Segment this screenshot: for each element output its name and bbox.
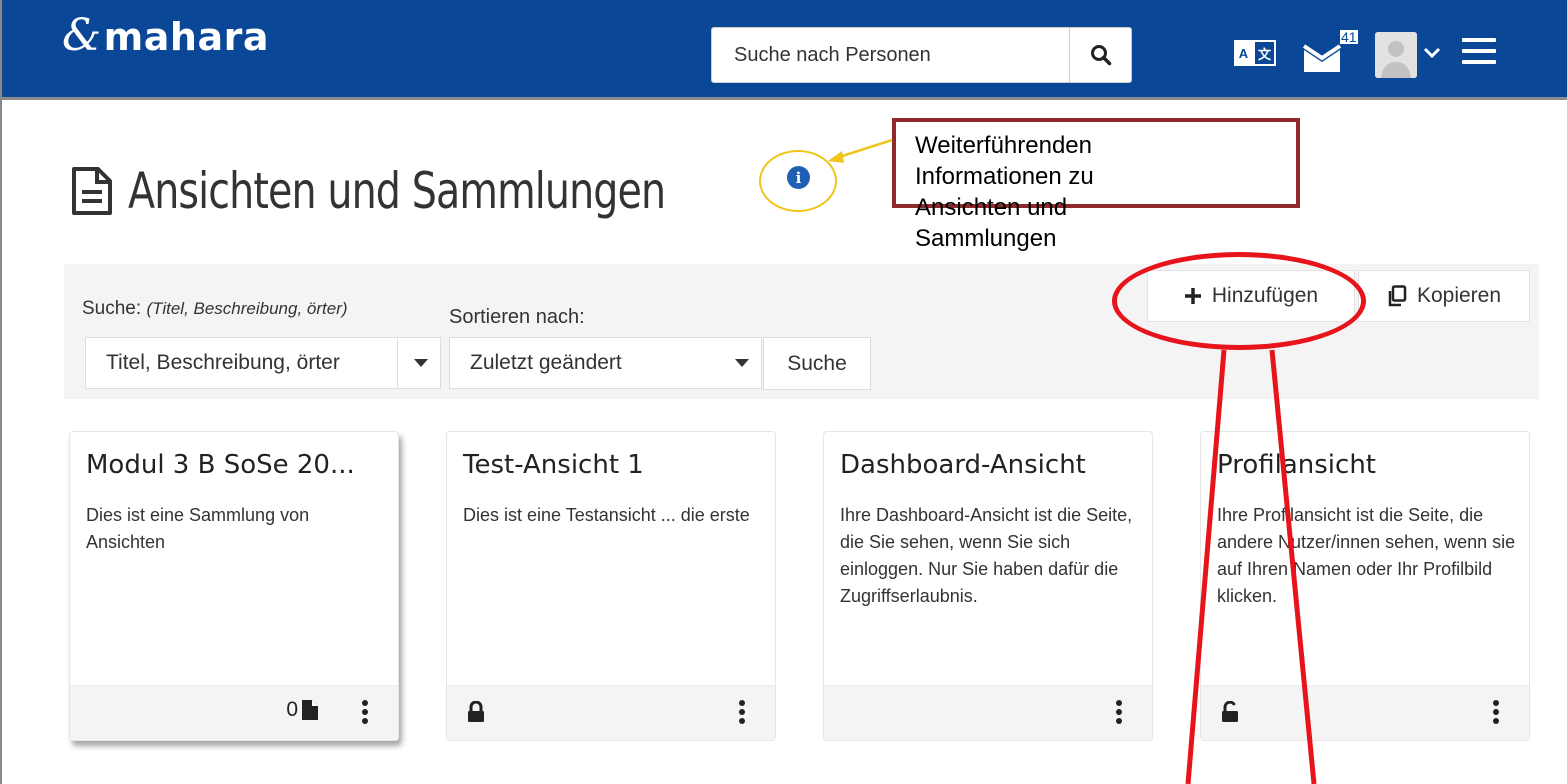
copy-button-label: Kopieren [1416,284,1502,307]
more-options-icon[interactable] [1493,700,1499,727]
card-footer [1201,685,1529,740]
portfolio-card[interactable]: Test-Ansicht 1 Dies ist eine Testansicht… [446,431,776,741]
annotation-yellow-arrow [835,138,893,160]
search-label-text: Suche: [82,298,142,319]
search-scope-select[interactable]: Titel, Beschreibung, örter [85,337,441,389]
card-footer [447,685,775,740]
caret-down-icon [735,359,749,367]
file-icon [302,700,318,720]
user-silhouette-icon [1375,32,1417,78]
inbox-button[interactable]: 41 [1302,30,1358,76]
card-footer: 0 [70,685,398,740]
sort-select[interactable]: Zuletzt geändert [449,337,762,389]
language-icon-a: A [1234,40,1253,66]
top-navbar: &mahara A 文 41 [2,0,1567,100]
language-icon-b: 文 [1253,40,1276,66]
search-button[interactable] [1069,28,1131,82]
more-options-icon[interactable] [1116,700,1122,727]
caret-down-icon [414,359,428,367]
card-title[interactable]: Dashboard-Ansicht [840,450,1086,480]
lock-icon [468,701,484,722]
view-count-value: 0 [286,698,298,721]
search-label: Suche: (Titel, Beschreibung, örter) [82,298,348,320]
unlock-icon [1222,701,1238,722]
card-description: Dies ist eine Sammlung von Ansichten [86,505,310,552]
copy-icon [1388,285,1407,307]
search-icon [1090,45,1111,66]
search-label-hint: (Titel, Beschreibung, örter) [146,299,348,318]
info-icon[interactable]: i [787,166,810,189]
card-footer [824,685,1152,740]
avatar[interactable] [1375,32,1417,78]
sort-label: Sortieren nach: [449,306,585,328]
document-icon [72,167,112,215]
card-description: Dies ist eine Testansicht ... die erste [463,505,750,525]
search-scope-value: Titel, Beschreibung, örter [106,351,340,374]
people-search [711,27,1132,83]
card-title[interactable]: Profilansicht [1217,450,1376,480]
copy-button[interactable]: Kopieren [1358,270,1530,322]
search-submit-button[interactable]: Suche [763,337,871,390]
page-title: Ansichten und Sammlungen [70,162,739,220]
portfolio-card[interactable]: Modul 3 B SoSe 20... Dies ist eine Samml… [69,431,399,741]
portfolio-card[interactable]: Dashboard-Ansicht Ihre Dashboard-Ansicht… [823,431,1153,741]
card-description: Ihre Profilansicht ist die Seite, die an… [1217,505,1516,606]
card-title[interactable]: Modul 3 B SoSe 20... [86,450,355,480]
menu-icon[interactable] [1462,38,1496,68]
page-frame: &mahara A 文 41 [0,0,1567,784]
add-button-highlight-ellipse [1112,252,1366,350]
more-options-icon[interactable] [362,700,368,727]
card-description: Ihre Dashboard-Ansicht ist die Seite, di… [840,505,1133,606]
page-title-text: Ansichten und Sammlungen [128,162,666,220]
sort-select-value: Zuletzt geändert [470,351,622,374]
portfolio-card[interactable]: Profilansicht Ihre Profilansicht ist die… [1200,431,1530,741]
card-title[interactable]: Test-Ansicht 1 [463,450,644,480]
mahara-logo[interactable]: &mahara [62,10,269,61]
more-options-icon[interactable] [739,700,745,727]
annotation-callout-text: Weiterführenden Informationen zu Ansicht… [915,132,1094,252]
people-search-input[interactable] [712,28,1072,82]
language-icon[interactable]: A 文 [1234,40,1276,66]
annotation-arrow-head [828,151,844,163]
envelope-icon [1302,44,1342,72]
view-count: 0 [286,698,318,722]
inbox-count-badge: 41 [1340,29,1358,45]
chevron-down-icon[interactable] [1422,42,1442,62]
